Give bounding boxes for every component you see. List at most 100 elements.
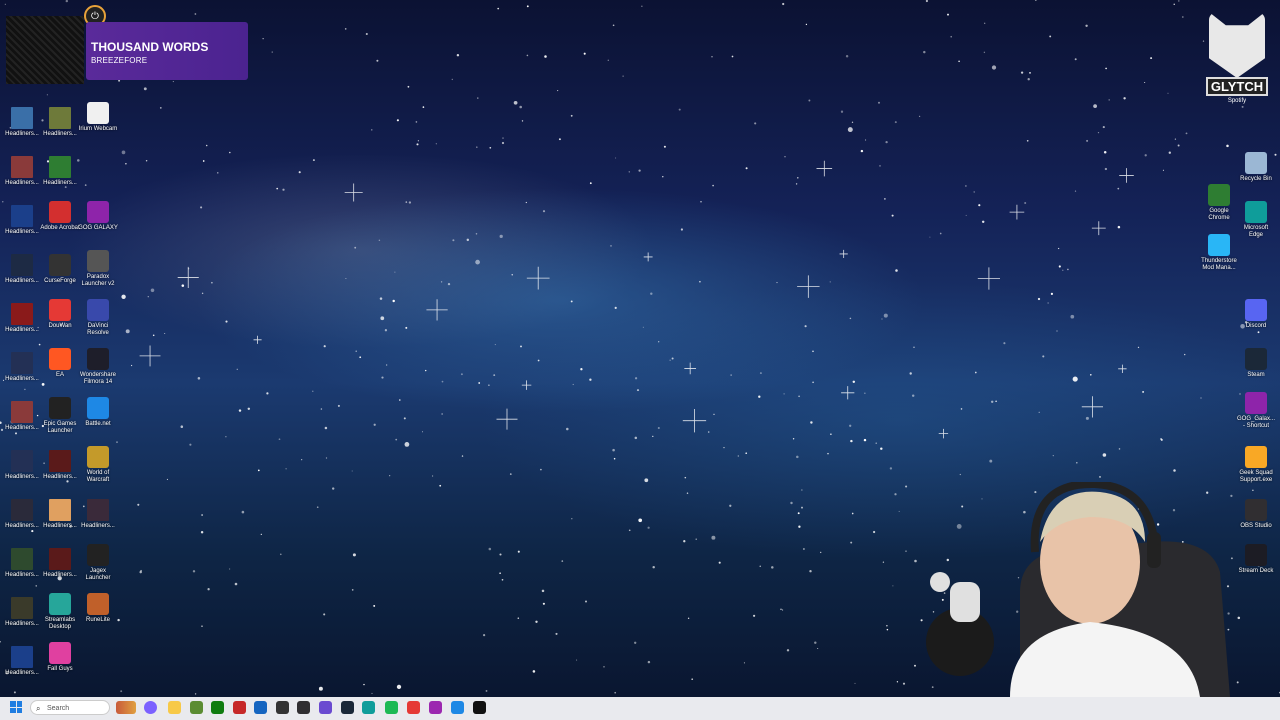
desktop-shortcut[interactable]: Headliners...	[2, 646, 42, 677]
desktop-shortcut[interactable]: Headliners...	[40, 156, 80, 187]
desktop-shortcut[interactable]: Headliners...	[78, 499, 118, 530]
star	[1102, 453, 1107, 457]
desktop-shortcut[interactable]: World of Warcraft	[78, 446, 118, 484]
taskbar-search[interactable]: ⌕ Search	[30, 700, 110, 715]
desktop-shortcut[interactable]: Irium Webcam	[78, 102, 118, 133]
star	[638, 169, 641, 172]
star	[729, 504, 732, 507]
desktop-shortcut[interactable]: Headliners...	[2, 107, 42, 138]
desktop-shortcut[interactable]: Recycle Bin	[1236, 152, 1276, 183]
star	[974, 371, 977, 374]
desktop-shortcut[interactable]: Headliners...	[2, 352, 42, 383]
star	[1173, 3, 1175, 5]
desktop-shortcut[interactable]: Microsoft Edge	[1236, 201, 1276, 239]
desktop-shortcut[interactable]: Headliners...	[2, 548, 42, 579]
desktop-shortcut[interactable]: Streamlabs Desktop	[40, 593, 80, 631]
star	[494, 344, 496, 346]
shortcut-label: World of Warcraft	[86, 470, 110, 483]
star	[662, 176, 664, 178]
desktop-shortcut[interactable]: Headliners...	[2, 254, 42, 285]
chrome-icon[interactable]	[407, 701, 420, 714]
desktop-shortcut[interactable]: Epic Games Launcher	[40, 397, 80, 435]
desktop-shortcut[interactable]: Headliners...	[2, 401, 42, 432]
app-icon	[49, 254, 71, 276]
app-icon	[11, 254, 33, 276]
edge-icon[interactable]	[362, 701, 375, 714]
desktop-shortcut[interactable]: Headliners...	[2, 205, 42, 236]
desktop-shortcut[interactable]: GOG_Galax... - Shortcut	[1236, 392, 1276, 430]
spotify-icon[interactable]	[385, 701, 398, 714]
app-red-icon[interactable]	[233, 701, 246, 714]
shortcut-label: Headliners...	[43, 523, 77, 529]
star	[344, 28, 347, 30]
star	[1062, 269, 1064, 271]
desktop-shortcut[interactable]: Fall Guys	[40, 642, 80, 673]
star	[796, 455, 799, 459]
windows-start-icon[interactable]	[10, 701, 22, 713]
desktop-shortcut[interactable]: Geek Squad Support.exe	[1236, 446, 1276, 484]
star	[1056, 330, 1058, 332]
desktop-shortcut[interactable]: Headliners...	[40, 548, 80, 579]
star	[797, 512, 800, 515]
desktop-shortcut[interactable]: Jagex Launcher	[78, 544, 118, 582]
now-playing-notification[interactable]: THOUSAND WORDS BREEZEFORE	[86, 22, 248, 80]
app-violet-icon[interactable]	[429, 701, 442, 714]
desktop-shortcut[interactable]: Headliners...	[2, 450, 42, 481]
star	[978, 204, 981, 207]
weather-widget-icon[interactable]	[116, 701, 136, 714]
desktop-shortcut[interactable]: Headliners...	[40, 450, 80, 481]
star	[125, 329, 130, 334]
file-manager-icon[interactable]	[168, 701, 181, 714]
desktop-shortcut[interactable]: Headliners...	[2, 156, 42, 187]
desktop-shortcut[interactable]: GOG GALAXY	[78, 201, 118, 232]
star	[925, 0, 928, 3]
desktop-shortcut[interactable]: Thunderstore Mod Mana...	[1199, 234, 1239, 272]
desktop-shortcut[interactable]: DouWan	[40, 299, 80, 330]
shortcut-label: Microsoft Edge	[1243, 225, 1269, 238]
capcut-icon[interactable]	[473, 701, 486, 714]
desktop-shortcut[interactable]: Headliners...	[40, 499, 80, 530]
desktop-shortcut[interactable]: EA	[40, 348, 80, 379]
xbox-icon[interactable]	[211, 701, 224, 714]
desktop-shortcut[interactable]: Headliners...	[40, 107, 80, 138]
desktop-shortcut[interactable]: Steam	[1236, 348, 1276, 379]
star	[447, 282, 451, 286]
desktop-shortcut[interactable]: Headliners...	[2, 597, 42, 628]
star	[864, 392, 866, 394]
copilot-icon[interactable]	[144, 701, 157, 714]
app-dark-icon[interactable]	[276, 701, 289, 714]
star	[217, 172, 219, 174]
desktop-shortcut[interactable]: Discord	[1236, 299, 1276, 330]
app-cyan-icon[interactable]	[451, 701, 464, 714]
desktop-shortcut[interactable]: DaVinci Resolve	[78, 299, 118, 337]
app-purple-icon[interactable]	[319, 701, 332, 714]
star	[526, 5, 529, 8]
star	[373, 423, 376, 426]
star	[614, 691, 617, 694]
sparkle-star	[426, 299, 448, 321]
star	[1050, 292, 1054, 296]
app-icon	[49, 107, 71, 129]
steam-icon[interactable]	[341, 701, 354, 714]
desktop-shortcut[interactable]: RuneLite	[78, 593, 118, 624]
desktop-shortcut[interactable]: Headliners...	[2, 303, 42, 334]
desktop-shortcut[interactable]: Headliners...	[2, 499, 42, 530]
star	[395, 438, 398, 441]
obs-icon[interactable]	[297, 701, 310, 714]
desktop-shortcut[interactable]: Paradox Launcher v2	[78, 250, 118, 288]
desktop-shortcut[interactable]: Wondershare Filmora 14	[78, 348, 118, 386]
sparkle-star	[816, 160, 833, 177]
star	[1200, 397, 1202, 399]
app-icon	[49, 642, 71, 664]
star	[786, 649, 790, 652]
app-icon	[11, 548, 33, 570]
glytch-logo[interactable]: GLYTCH Spotify	[1205, 12, 1269, 104]
star	[140, 569, 142, 572]
minecraft-icon[interactable]	[190, 701, 203, 714]
desktop-shortcut[interactable]: Battle.net	[78, 397, 118, 428]
app-blue-icon[interactable]	[254, 701, 267, 714]
desktop-shortcut[interactable]: Google Chrome	[1199, 184, 1239, 222]
app-icon	[11, 352, 33, 374]
desktop-shortcut[interactable]: CurseForge	[40, 254, 80, 285]
desktop-shortcut[interactable]: Adobe Acrobat	[40, 201, 80, 232]
